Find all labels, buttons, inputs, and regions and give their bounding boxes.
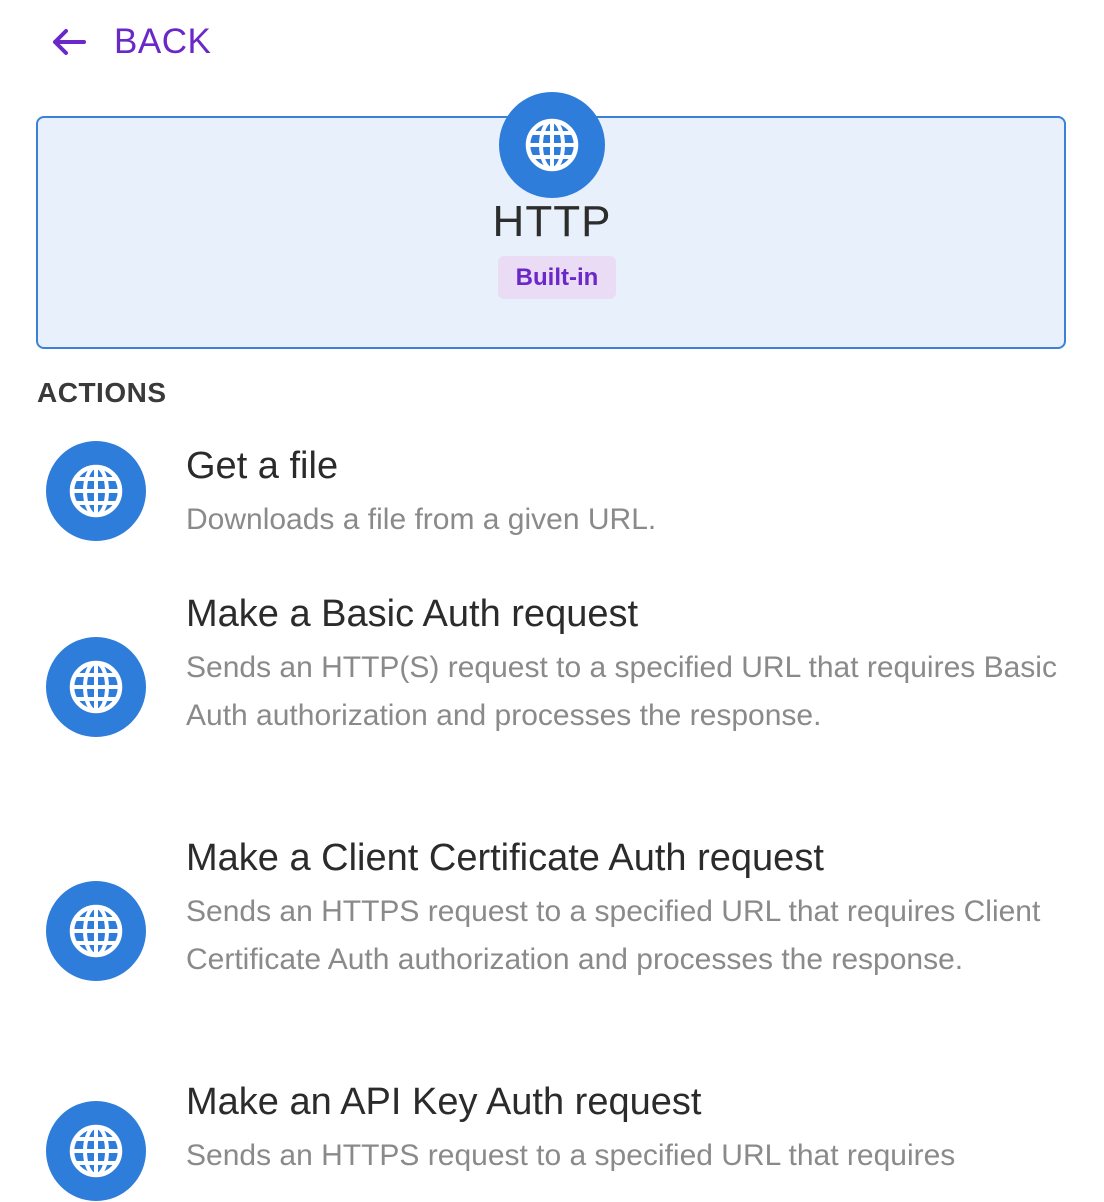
- globe-icon: [499, 92, 605, 198]
- built-in-badge: Built-in: [498, 256, 616, 299]
- globe-icon: [46, 637, 146, 737]
- action-item-basic-auth-request[interactable]: Make a Basic Auth request Sends an HTTP(…: [0, 590, 1104, 790]
- action-description: Sends an HTTPS request to a specified UR…: [186, 895, 1041, 976]
- globe-icon: [46, 441, 146, 541]
- arrow-left-icon: [52, 28, 86, 56]
- action-description: Sends an HTTPS request to a specified UR…: [186, 1139, 956, 1172]
- back-button[interactable]: BACK: [52, 22, 211, 62]
- actions-section-heading: ACTIONS: [37, 377, 167, 408]
- action-description: Sends an HTTP(S) request to a specified …: [186, 651, 1057, 732]
- action-description: Downloads a file from a given URL.: [186, 503, 657, 536]
- globe-icon: [46, 1101, 146, 1201]
- app-page: BACK HTTP Built-in ACTIONS Get a file Do…: [0, 0, 1104, 1202]
- action-item-api-key-auth-request[interactable]: Make an API Key Auth request Sends an HT…: [0, 1078, 1104, 1202]
- back-label: BACK: [114, 22, 212, 61]
- action-title: Make a Basic Auth request: [186, 593, 639, 635]
- action-item-client-certificate-auth-request[interactable]: Make a Client Certificate Auth request S…: [0, 834, 1104, 1034]
- action-item-get-a-file[interactable]: Get a file Downloads a file from a given…: [0, 441, 1104, 552]
- action-title: Make an API Key Auth request: [186, 1081, 702, 1123]
- connector-title: HTTP: [492, 197, 612, 246]
- globe-icon: [46, 881, 146, 981]
- action-title: Get a file: [186, 445, 339, 487]
- action-title: Make a Client Certificate Auth request: [186, 837, 824, 879]
